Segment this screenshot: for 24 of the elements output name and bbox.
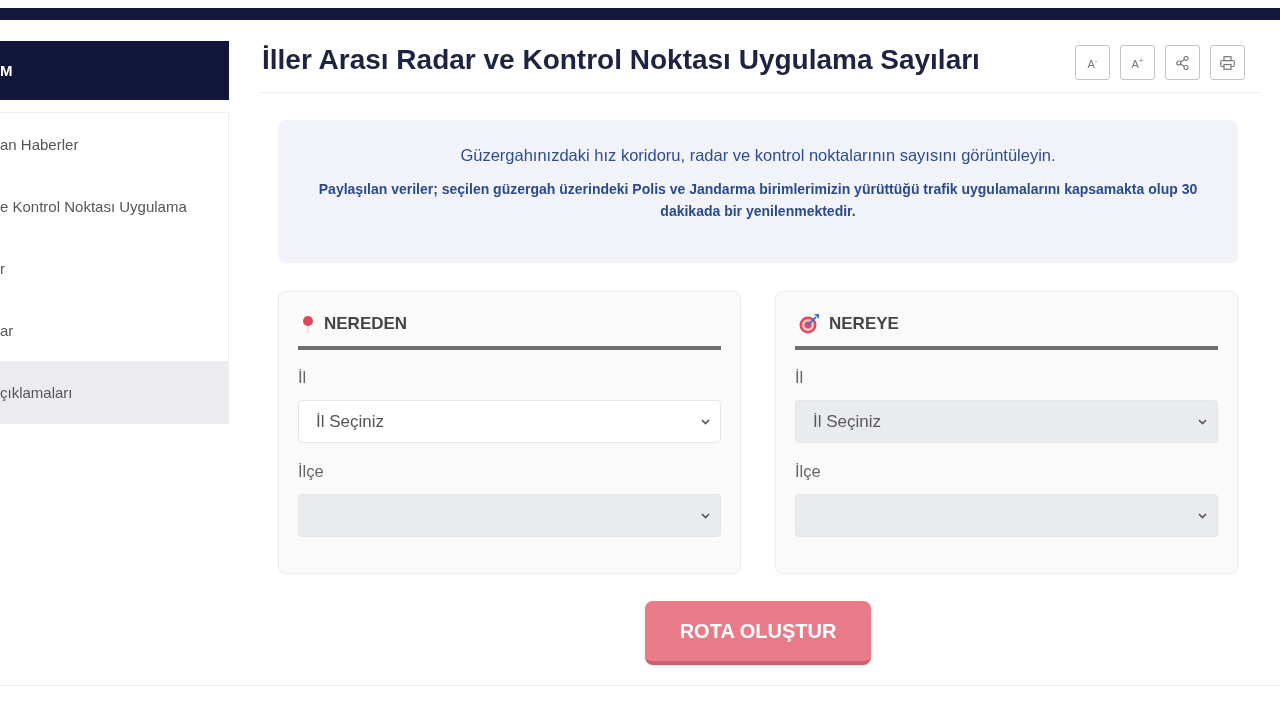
sidebar-header: M	[0, 41, 229, 100]
chevron-down-icon	[701, 512, 710, 519]
chevron-down-icon	[1198, 418, 1207, 425]
field-label: İlçe	[795, 461, 822, 481]
province-select[interactable]: İl Seçiniz	[298, 400, 721, 443]
chevron-down-icon	[1198, 512, 1207, 519]
font-increase-button[interactable]: A$^{+}$	[1120, 45, 1155, 80]
card-title: NEREDEN	[324, 314, 408, 334]
target-icon	[799, 314, 819, 334]
share-icon	[1176, 55, 1189, 70]
field-label: İl	[298, 367, 308, 387]
page-title: İller Arası Radar ve Kontrol Noktası Uygulama Sayıları	[262, 43, 980, 77]
print-button[interactable]	[1210, 45, 1245, 80]
info-text: Güzergahınızdaki hız koridoru, radar ve kontrol noktalarının sayısını görüntüleyin.	[459, 145, 1057, 166]
card-title: NEREYE	[829, 314, 899, 334]
info-note: Paylaşılan veriler; seçilen güzergah üzerindeki Polis ve Jandarma birimlerimizin yürüttüğü trafik uygulamalarını kapsamakta olup 30 dakikada bir yenilenmektedir.	[317, 180, 1199, 221]
field-label: İlçe	[298, 461, 325, 481]
sidebar-item[interactable]: çıklamaları	[0, 361, 228, 423]
chevron-down-icon	[701, 418, 710, 425]
print-icon	[1220, 55, 1235, 70]
field-label: İl	[795, 367, 805, 387]
pin-icon	[302, 315, 314, 333]
share-button[interactable]	[1165, 45, 1200, 80]
font-decrease-button[interactable]: A$^{-}$	[1075, 45, 1110, 80]
